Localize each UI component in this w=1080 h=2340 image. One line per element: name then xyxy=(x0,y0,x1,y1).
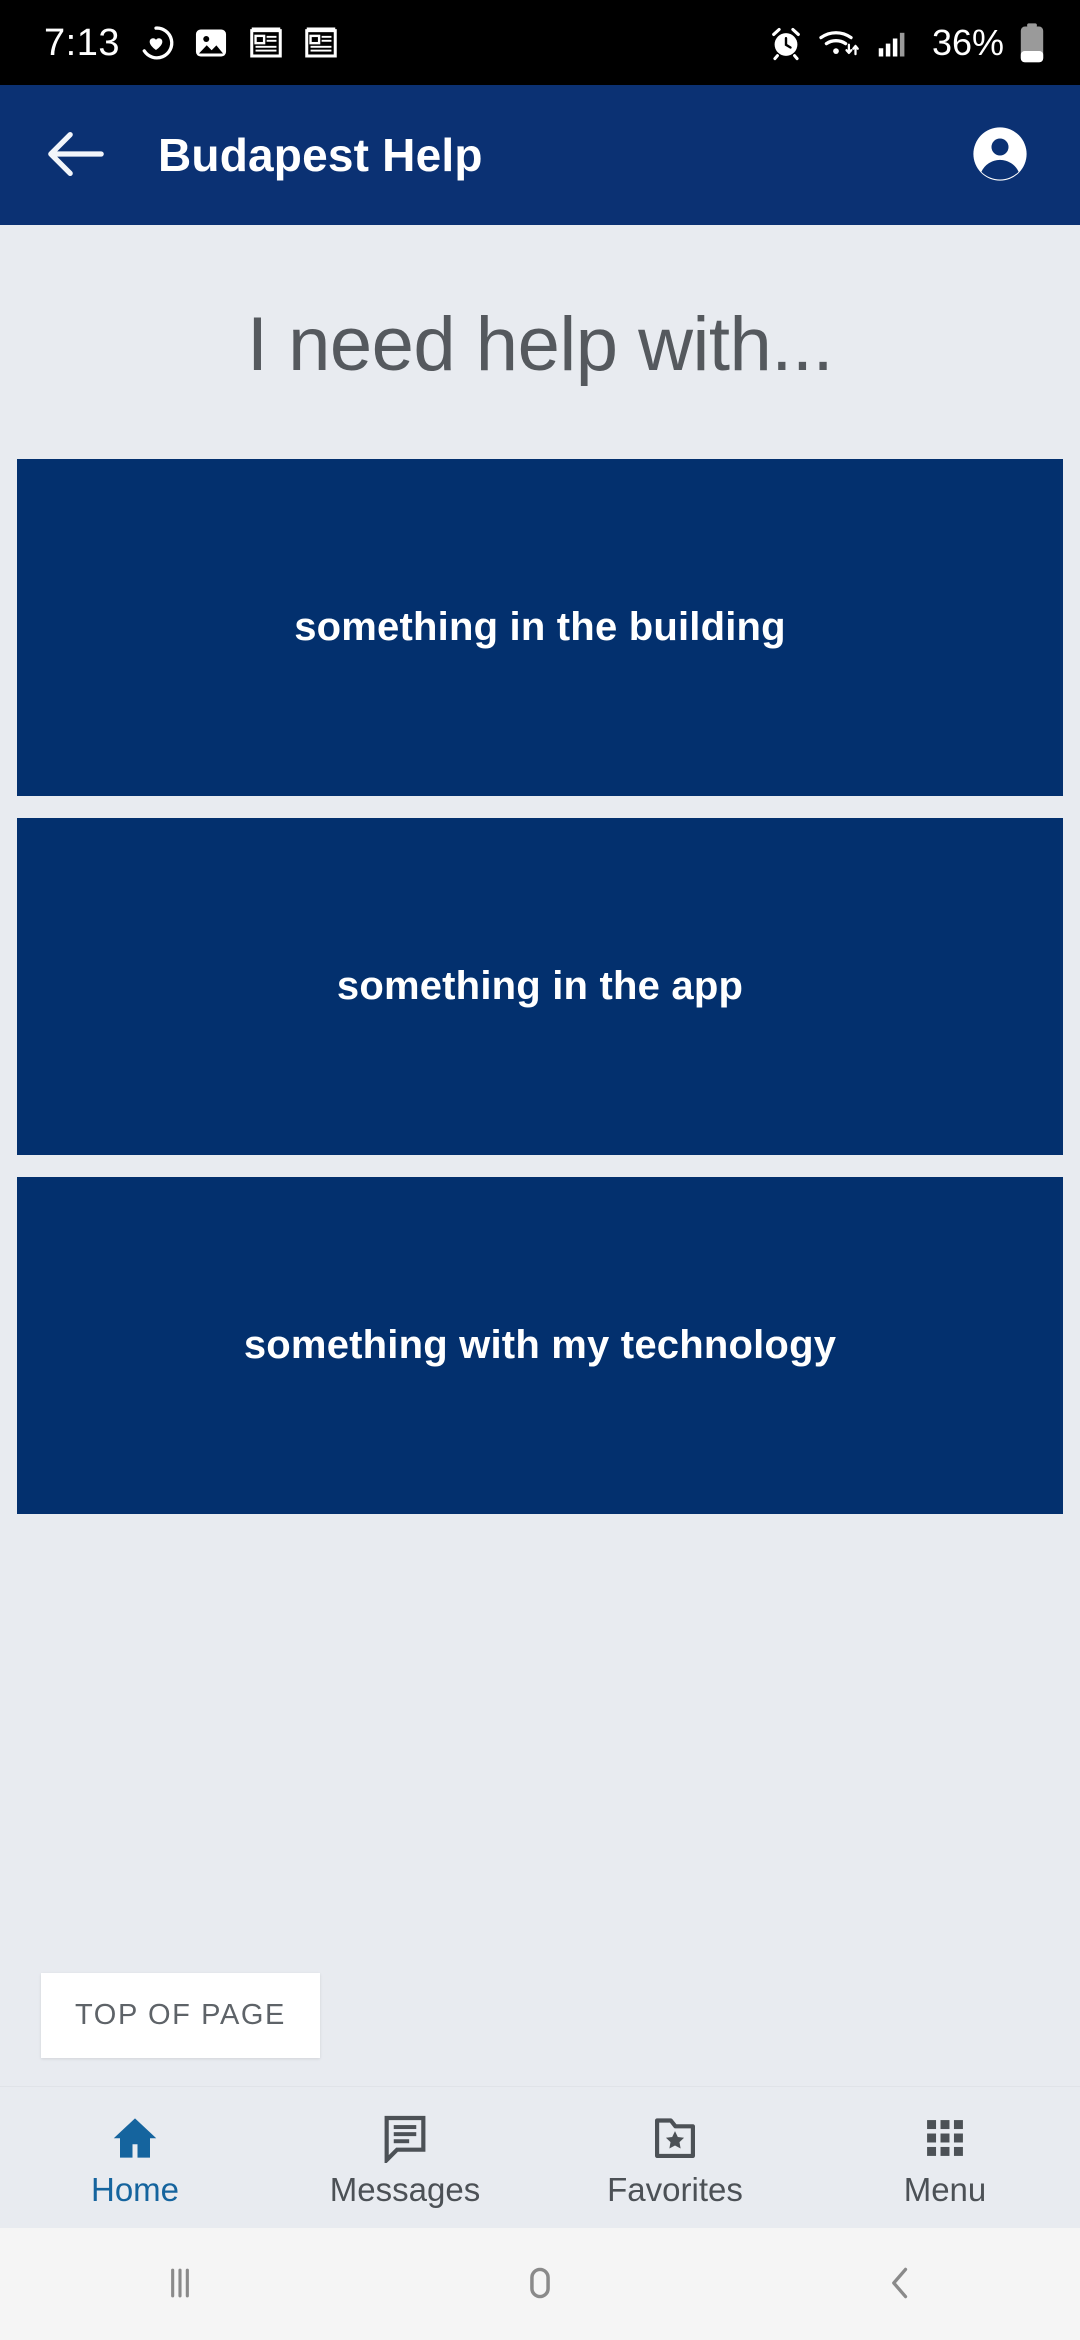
status-bar: 7:13 36% xyxy=(0,0,1080,85)
main-content: I need help with... something in the bui… xyxy=(0,225,1080,2086)
recents-icon xyxy=(158,2261,202,2308)
nav-item-menu[interactable]: Menu xyxy=(810,2109,1080,2206)
phone-screen: 7:13 36% Budapest Help I need help with.… xyxy=(0,0,1080,2340)
nav-label: Menu xyxy=(903,2171,987,2208)
alarm-clock-icon xyxy=(768,25,804,61)
system-recents-button[interactable] xyxy=(0,2228,360,2340)
nav-item-home[interactable]: Home xyxy=(0,2109,270,2206)
content-heading: I need help with... xyxy=(246,302,834,387)
app-header: Budapest Help xyxy=(0,85,1080,225)
home-circle-icon xyxy=(518,2261,562,2308)
arrow-left-icon xyxy=(45,126,107,185)
status-bar-left: 7:13 xyxy=(44,24,340,62)
help-category-list: something in the building something in t… xyxy=(0,458,1080,1514)
nav-item-messages[interactable]: Messages xyxy=(270,2109,540,2206)
back-chevron-icon xyxy=(878,2261,922,2308)
back-button[interactable] xyxy=(36,115,116,195)
message-icon xyxy=(379,2109,431,2163)
health-heart-icon xyxy=(137,24,175,62)
news-article-icon xyxy=(302,24,340,62)
system-back-button[interactable] xyxy=(720,2228,1080,2340)
news-article-icon xyxy=(247,24,285,62)
help-card-app[interactable]: something in the app xyxy=(17,817,1063,1155)
help-card-label: something in the app xyxy=(336,963,744,1008)
nav-label: Favorites xyxy=(607,2171,743,2208)
system-navigation-bar xyxy=(0,2228,1080,2340)
page-title: Budapest Help xyxy=(158,129,483,181)
status-bar-right: 36% xyxy=(768,22,1046,64)
account-button[interactable] xyxy=(960,115,1040,195)
help-card-label: something with my technology xyxy=(243,1322,837,1367)
gallery-image-icon xyxy=(192,24,230,62)
home-icon xyxy=(109,2109,161,2163)
help-card-label: something in the building xyxy=(294,604,786,649)
top-of-page-button[interactable]: TOP OF PAGE xyxy=(41,1973,320,2058)
status-time: 7:13 xyxy=(44,21,120,64)
bottom-navigation: Home Messages Favorites Menu xyxy=(0,2086,1080,2228)
account-circle-icon xyxy=(969,123,1031,188)
system-home-button[interactable] xyxy=(360,2228,720,2340)
grid-menu-icon xyxy=(919,2109,971,2163)
folder-star-icon xyxy=(649,2109,701,2163)
nav-label: Messages xyxy=(329,2171,481,2208)
help-card-technology[interactable]: something with my technology xyxy=(17,1176,1063,1514)
help-card-building[interactable]: something in the building xyxy=(17,458,1063,796)
cellular-signal-icon xyxy=(874,25,912,61)
battery-icon xyxy=(1018,22,1046,64)
nav-item-favorites[interactable]: Favorites xyxy=(540,2109,810,2206)
battery-percent-label: 36% xyxy=(931,21,1004,63)
wifi-icon xyxy=(818,25,860,61)
nav-label: Home xyxy=(90,2171,180,2208)
